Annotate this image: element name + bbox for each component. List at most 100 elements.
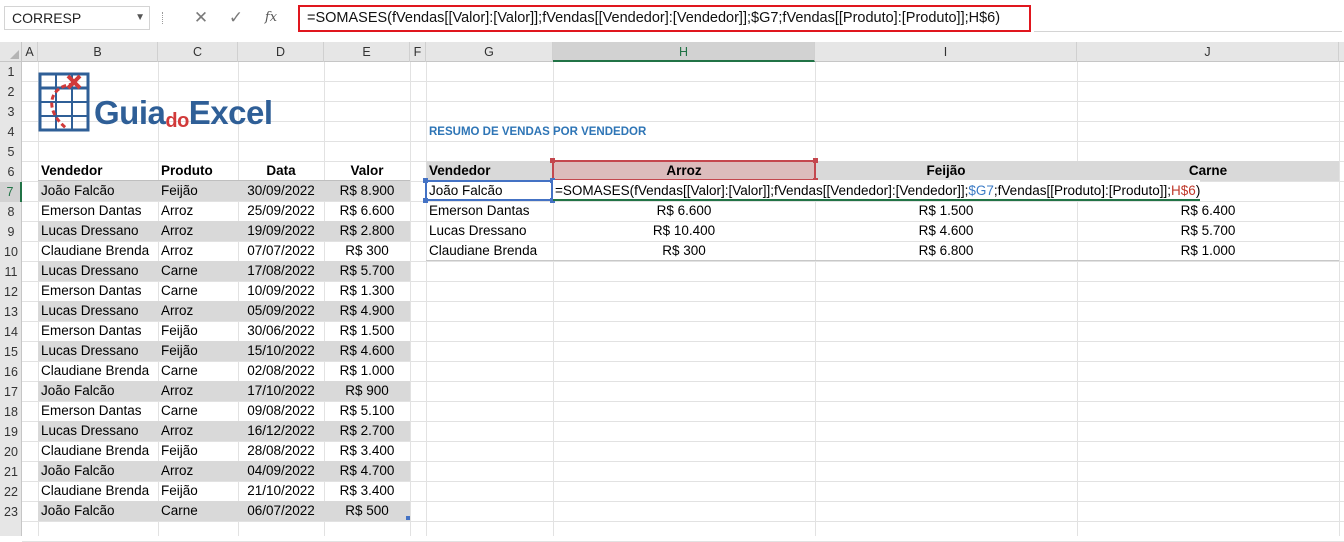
sales-cell-data[interactable]: 28/08/2022 [238,441,324,461]
sales-cell-valor[interactable]: R$ 6.600 [324,201,410,221]
row-header-22[interactable]: 22 [0,482,22,502]
sales-cell-data[interactable]: 17/08/2022 [238,261,324,281]
summary-cell-feijao[interactable]: R$ 1.500 [815,201,1077,221]
sales-cell-produto[interactable]: Arroz [158,381,238,401]
sales-cell-produto[interactable]: Carne [158,261,238,281]
sales-cell-vendedor[interactable]: João Falcão [38,461,158,481]
sales-cell-vendedor[interactable]: Emerson Dantas [38,401,158,421]
row-header-19[interactable]: 19 [0,422,22,442]
row-header-13[interactable]: 13 [0,302,22,322]
insert-function-button[interactable]: fx [258,6,284,30]
sales-cell-valor[interactable]: R$ 4.900 [324,301,410,321]
summary-cell-carne[interactable]: R$ 5.700 [1077,221,1339,241]
sales-cell-data[interactable]: 19/09/2022 [238,221,324,241]
sales-cell-data[interactable]: 16/12/2022 [238,421,324,441]
sales-cell-produto[interactable]: Feijão [158,481,238,501]
table-resize-handle[interactable] [406,516,410,520]
row-header-8[interactable]: 8 [0,202,22,222]
sales-cell-vendedor[interactable]: Emerson Dantas [38,201,158,221]
row-header-20[interactable]: 20 [0,442,22,462]
summary-cell-carne[interactable]: R$ 6.400 [1077,201,1339,221]
sales-cell-data[interactable]: 04/09/2022 [238,461,324,481]
row-header-15[interactable]: 15 [0,342,22,362]
row-header-1[interactable]: 1 [0,62,22,82]
sales-cell-data[interactable]: 05/09/2022 [238,301,324,321]
row-header-16[interactable]: 16 [0,362,22,382]
sales-cell-produto[interactable]: Feijão [158,321,238,341]
sales-cell-valor[interactable]: R$ 3.400 [324,481,410,501]
sales-cell-valor[interactable]: R$ 5.100 [324,401,410,421]
summary-cell-arroz[interactable]: R$ 300 [553,241,815,261]
sales-cell-vendedor[interactable]: Lucas Dressano [38,221,158,241]
summary-cell-vendedor[interactable]: Lucas Dressano [426,221,553,241]
column-header-e[interactable]: E [324,42,410,62]
sales-cell-valor[interactable]: R$ 5.700 [324,261,410,281]
sales-cell-valor[interactable]: R$ 8.900 [324,181,410,201]
sales-cell-vendedor[interactable]: Lucas Dressano [38,261,158,281]
sales-cell-valor[interactable]: R$ 1.000 [324,361,410,381]
sales-cell-produto[interactable]: Carne [158,361,238,381]
sales-cell-data[interactable]: 10/09/2022 [238,281,324,301]
sales-cell-valor[interactable]: R$ 2.800 [324,221,410,241]
column-header-h[interactable]: H [553,42,815,62]
row-header-9[interactable]: 9 [0,222,22,242]
sales-cell-produto[interactable]: Arroz [158,201,238,221]
sales-cell-vendedor[interactable]: João Falcão [38,181,158,201]
summary-cell-vendedor[interactable]: Claudiane Brenda [426,241,553,261]
sales-cell-valor[interactable]: R$ 3.400 [324,441,410,461]
row-header-10[interactable]: 10 [0,242,22,262]
row-header-18[interactable]: 18 [0,402,22,422]
name-box[interactable]: CORRESP ▼ [4,6,150,30]
sales-cell-vendedor[interactable]: Claudiane Brenda [38,361,158,381]
sales-cell-data[interactable]: 30/09/2022 [238,181,324,201]
row-header-5[interactable]: 5 [0,142,22,162]
sales-cell-valor[interactable]: R$ 900 [324,381,410,401]
formula-editing-cell[interactable]: =SOMASES(fVendas[[Valor]:[Valor]];fVenda… [553,180,1201,201]
column-header-i[interactable]: I [815,42,1077,62]
column-header-b[interactable]: B [38,42,158,62]
row-header-14[interactable]: 14 [0,322,22,342]
sales-cell-produto[interactable]: Feijão [158,341,238,361]
cancel-icon[interactable]: ✕ [188,6,214,30]
enter-icon[interactable]: ✓ [223,6,249,30]
chevron-down-icon[interactable]: ▼ [135,7,145,29]
sales-cell-vendedor[interactable]: Emerson Dantas [38,281,158,301]
select-all-button[interactable] [0,42,22,62]
column-header-g[interactable]: G [426,42,553,62]
sales-cell-produto[interactable]: Arroz [158,421,238,441]
row-header-7[interactable]: 7 [0,182,22,202]
summary-cell-feijao[interactable]: R$ 6.800 [815,241,1077,261]
column-header-a[interactable]: A [22,42,38,62]
sales-cell-data[interactable]: 17/10/2022 [238,381,324,401]
sales-cell-data[interactable]: 25/09/2022 [238,201,324,221]
sales-cell-valor[interactable]: R$ 1.300 [324,281,410,301]
column-header-d[interactable]: D [238,42,324,62]
sales-cell-valor[interactable]: R$ 500 [324,501,410,521]
sales-cell-data[interactable]: 15/10/2022 [238,341,324,361]
row-header-17[interactable]: 17 [0,382,22,402]
sales-cell-produto[interactable]: Carne [158,401,238,421]
sales-cell-valor[interactable]: R$ 2.700 [324,421,410,441]
sales-cell-produto[interactable]: Carne [158,281,238,301]
sales-cell-produto[interactable]: Arroz [158,301,238,321]
sales-cell-produto[interactable]: Feijão [158,441,238,461]
column-header-j[interactable]: J [1077,42,1339,62]
sales-cell-data[interactable]: 07/07/2022 [238,241,324,261]
row-header-21[interactable]: 21 [0,462,22,482]
row-header-6[interactable]: 6 [0,162,22,182]
row-header-23[interactable]: 23 [0,502,22,522]
row-header-12[interactable]: 12 [0,282,22,302]
summary-cell-vendedor[interactable]: Emerson Dantas [426,201,553,221]
sales-cell-data[interactable]: 30/06/2022 [238,321,324,341]
sales-cell-vendedor[interactable]: Emerson Dantas [38,321,158,341]
summary-cell-carne[interactable]: R$ 1.000 [1077,241,1339,261]
formula-input[interactable]: =SOMASES(fVendas[[Valor]:[Valor]];fVenda… [298,5,1031,32]
summary-vendor-joao[interactable]: João Falcão [426,181,551,201]
sales-cell-data[interactable]: 02/08/2022 [238,361,324,381]
sales-cell-produto[interactable]: Arroz [158,241,238,261]
summary-cell-arroz[interactable]: R$ 6.600 [553,201,815,221]
sales-cell-vendedor[interactable]: Lucas Dressano [38,421,158,441]
sales-cell-valor[interactable]: R$ 4.600 [324,341,410,361]
sales-cell-vendedor[interactable]: Lucas Dressano [38,301,158,321]
sales-cell-vendedor[interactable]: João Falcão [38,501,158,521]
